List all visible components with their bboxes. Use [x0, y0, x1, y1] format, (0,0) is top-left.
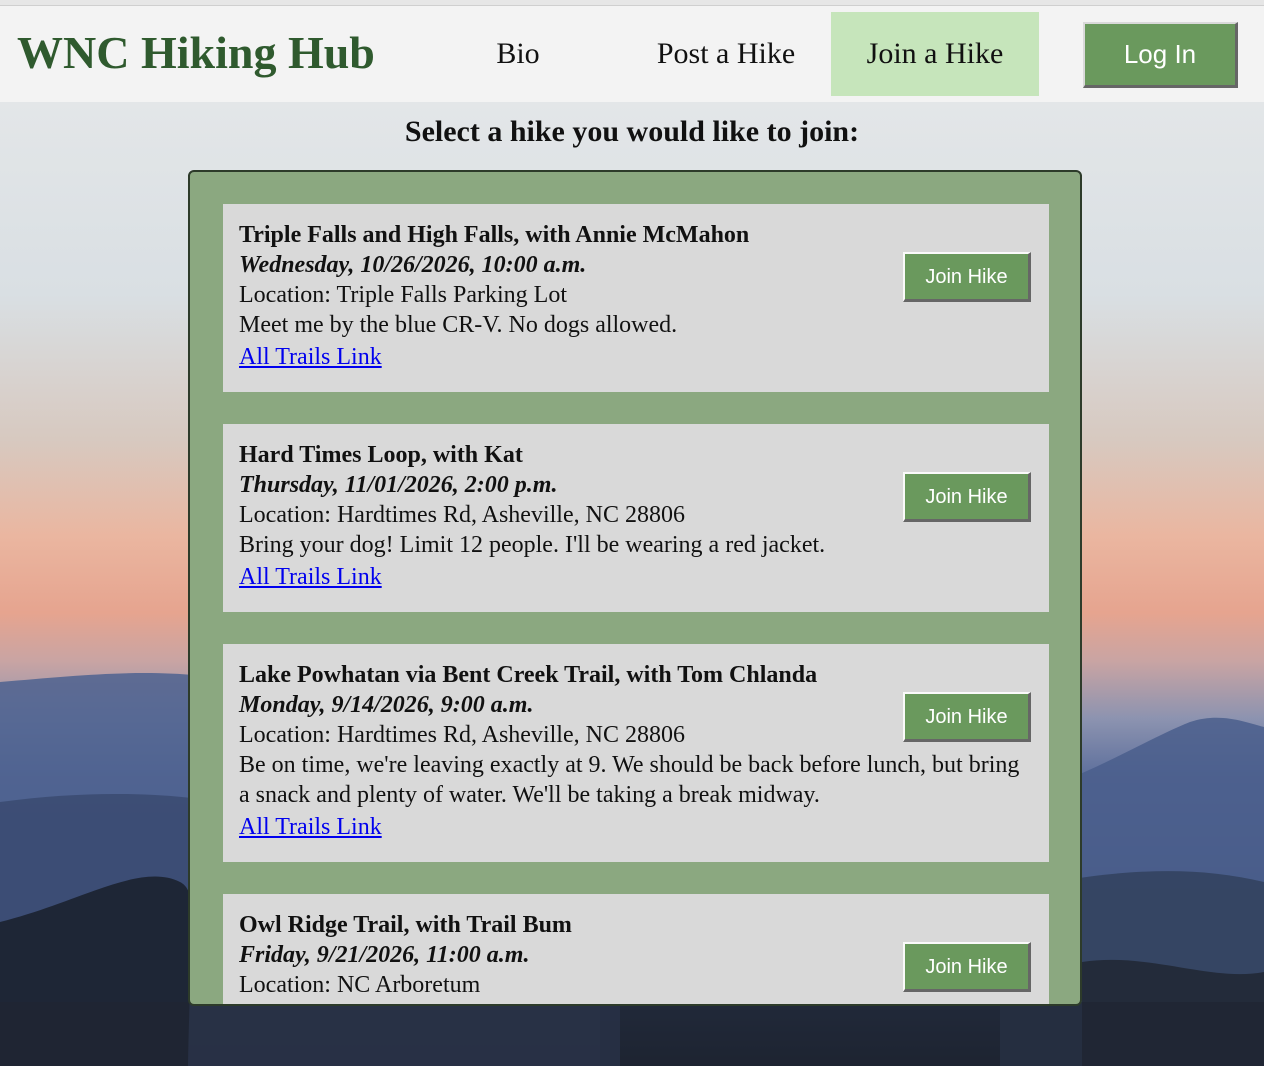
nav-item-join-a-hike[interactable]: Join a Hike: [831, 12, 1039, 96]
log-in-button[interactable]: Log In: [1083, 22, 1238, 88]
hike-title: Owl Ridge Trail, with Trail Bum: [239, 912, 572, 938]
hike-title: Lake Powhatan via Bent Creek Trail, with…: [239, 662, 818, 688]
join-hike-button[interactable]: Join Hike: [903, 692, 1031, 742]
hike-location: Location: Triple Falls Parking Lot: [239, 282, 567, 308]
hike-card: Owl Ridge Trail, with Trail Bum Friday, …: [223, 894, 1049, 1004]
site-header: WNC Hiking Hub Bio Post a Hike Join a Hi…: [0, 6, 1264, 102]
hike-title: Hard Times Loop, with Kat: [239, 442, 523, 468]
hike-description: Bring your dog! Limit 12 people. I'll be…: [239, 532, 826, 558]
join-hike-button[interactable]: Join Hike: [903, 472, 1031, 522]
hike-description: Be on time, we're leaving exactly at 9. …: [239, 752, 1020, 808]
join-hike-button[interactable]: Join Hike: [903, 252, 1031, 302]
all-trails-link[interactable]: All Trails Link: [239, 342, 382, 372]
hike-datetime: Thursday, 11/01/2026, 2:00 p.m.: [239, 472, 558, 498]
all-trails-link[interactable]: All Trails Link: [239, 812, 382, 842]
hike-list-panel[interactable]: Triple Falls and High Falls, with Annie …: [188, 170, 1082, 1006]
hike-card: Hard Times Loop, with Kat Thursday, 11/0…: [223, 424, 1049, 612]
hike-location: Location: Hardtimes Rd, Asheville, NC 28…: [239, 502, 685, 528]
page-heading: Select a hike you would like to join:: [404, 115, 860, 148]
nav-item-bio[interactable]: Bio: [458, 12, 578, 96]
hike-datetime: Wednesday, 10/26/2026, 10:00 a.m.: [239, 252, 587, 278]
hike-card: Lake Powhatan via Bent Creek Trail, with…: [223, 644, 1049, 862]
nav-item-post-a-hike[interactable]: Post a Hike: [626, 12, 826, 96]
all-trails-link[interactable]: All Trails Link: [239, 562, 382, 592]
hike-title: Triple Falls and High Falls, with Annie …: [239, 222, 750, 248]
hike-location: Location: NC Arboretum: [239, 972, 481, 998]
hike-description: Meet me by the blue CR-V. No dogs allowe…: [239, 312, 678, 338]
hike-card: Triple Falls and High Falls, with Annie …: [223, 204, 1049, 392]
hike-datetime: Friday, 9/21/2026, 11:00 a.m.: [239, 942, 530, 968]
join-hike-button[interactable]: Join Hike: [903, 942, 1031, 992]
site-logo-title[interactable]: WNC Hiking Hub: [17, 26, 375, 79]
